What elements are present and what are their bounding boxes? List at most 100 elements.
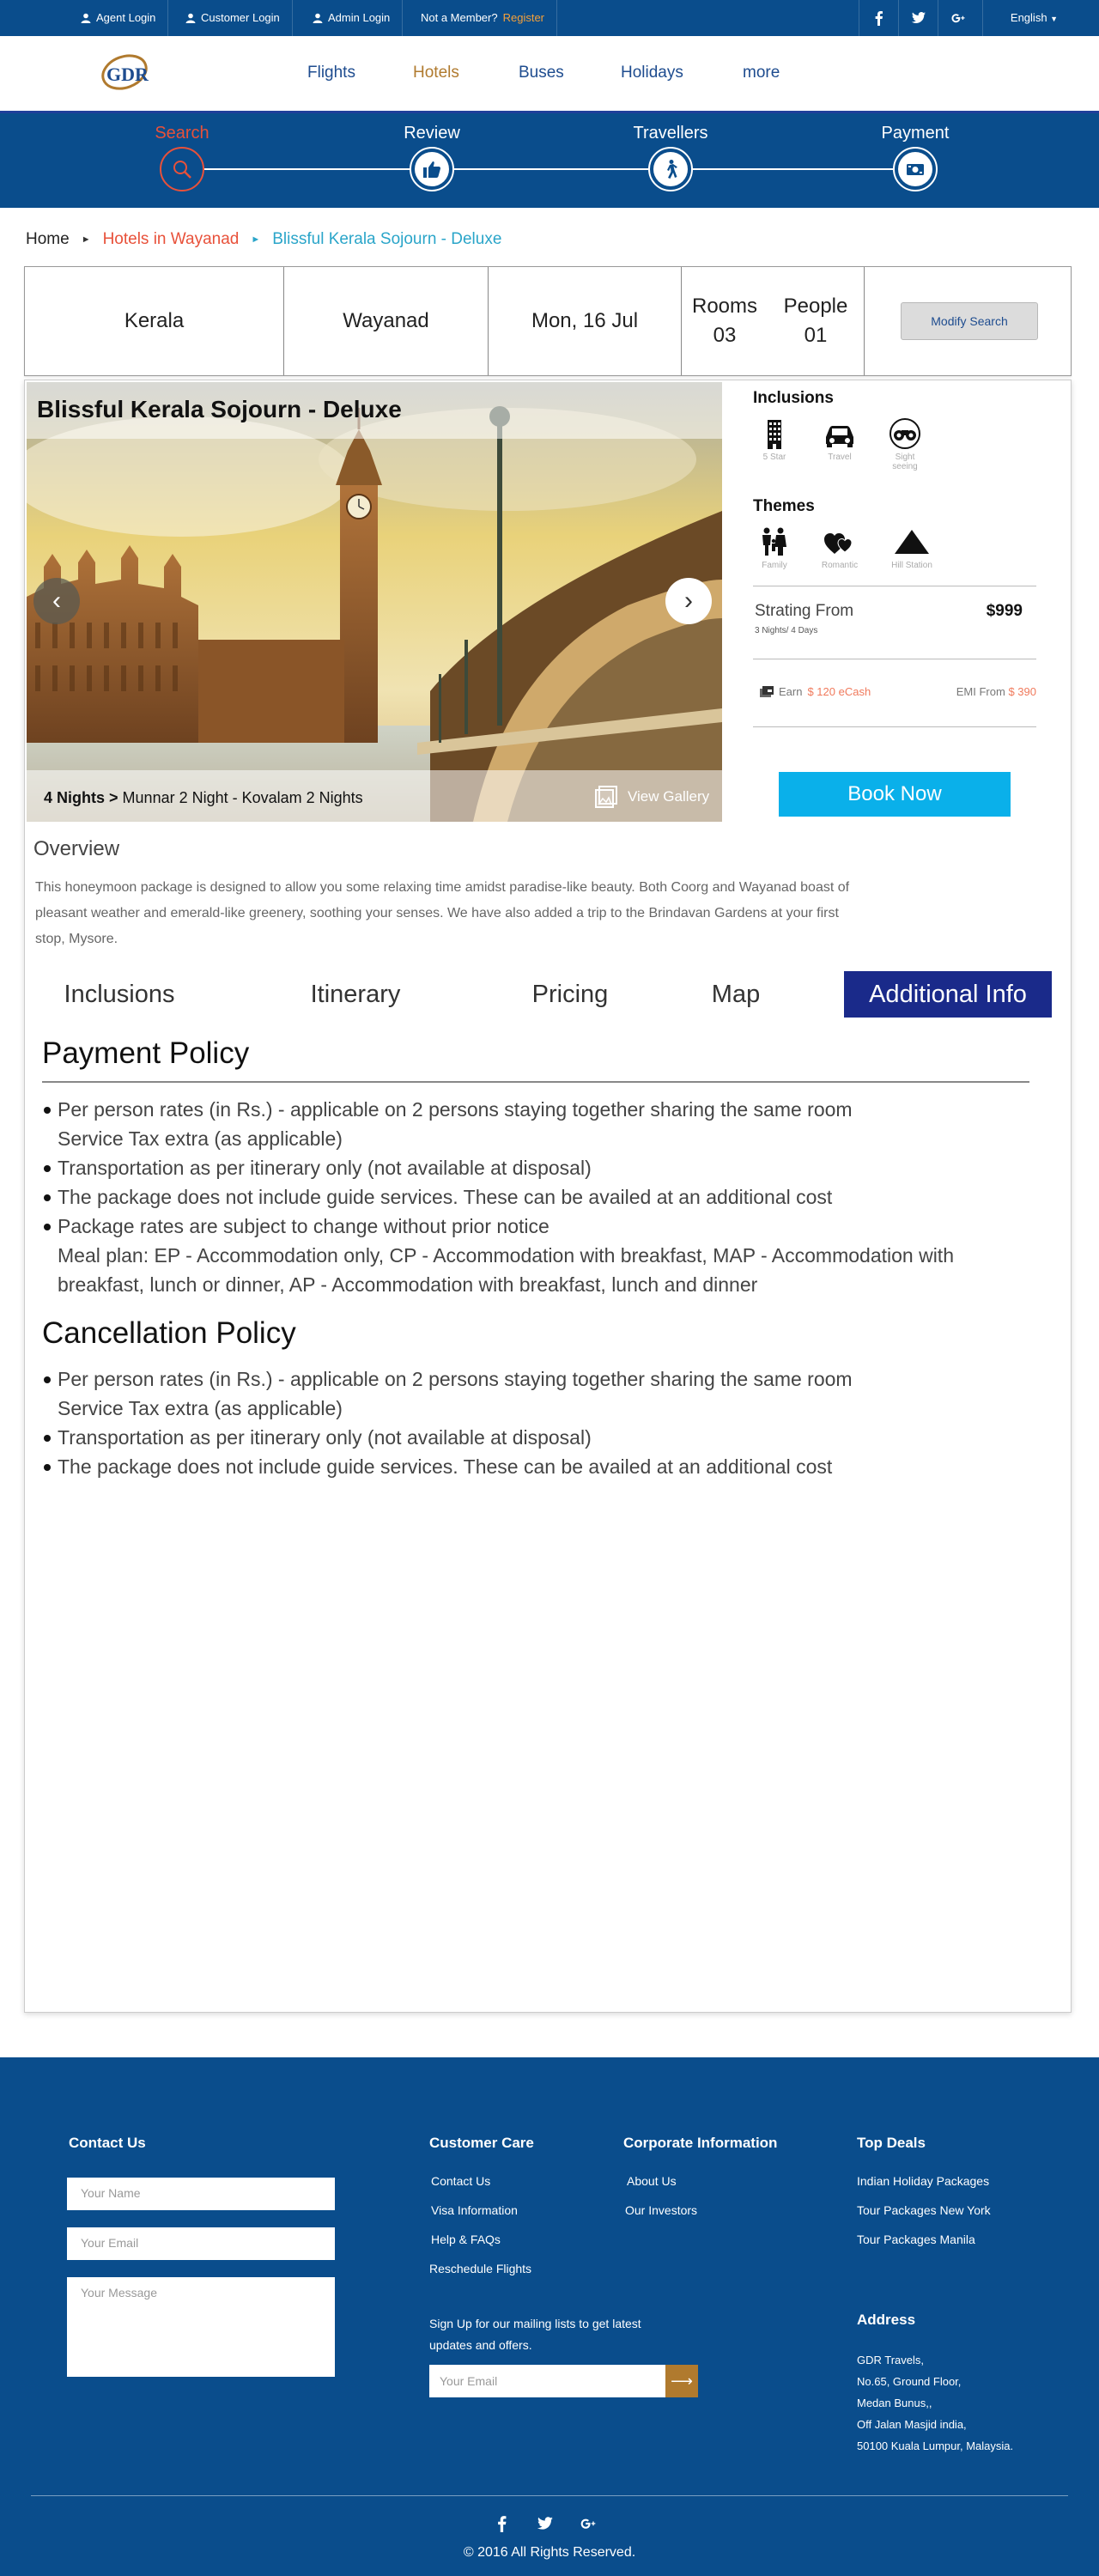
footer-link-new-york[interactable]: Tour Packages New York: [857, 2203, 991, 2217]
theme-hill-station: Hill Station: [883, 526, 940, 570]
footer-newsletter-input[interactable]: Your Email: [429, 2365, 665, 2397]
step-payment-label: Payment: [881, 124, 950, 143]
footer-corporate-heading: Corporate Information: [623, 2135, 778, 2151]
tab-itinerary[interactable]: Itinerary: [291, 971, 420, 1018]
tab-pricing[interactable]: Pricing: [506, 971, 635, 1018]
gdr-logo[interactable]: GDR: [94, 48, 155, 100]
summary-date-value: Mon, 16 Jul: [531, 309, 639, 332]
thumbs-up-icon: [423, 161, 441, 178]
footer-divider: [31, 2495, 1068, 2496]
themes-icons: Family Romantic Hill Station: [753, 526, 1036, 570]
earn-emi-row: Earn $ 120 eCash EMI From $ 390: [753, 659, 1036, 726]
agent-login-label: Agent Login: [96, 11, 156, 24]
list-item: Per person rates (in Rs.) - applicable o…: [42, 1095, 1038, 1124]
search-icon: [173, 161, 191, 179]
booking-steps: Search Review Travellers Payment: [0, 113, 1099, 208]
user-icon: [185, 13, 196, 23]
inclusion-travel: Travel: [818, 418, 861, 471]
nav-holidays[interactable]: Holidays: [621, 64, 683, 82]
tab-additional-info[interactable]: Additional Info: [844, 971, 1052, 1018]
search-summary: Kerala Wayanad Mon, 16 Jul Rooms 03 Peopl…: [24, 266, 1072, 376]
user-icon: [313, 13, 323, 23]
facebook-icon[interactable]: [493, 2514, 512, 2533]
view-gallery-link[interactable]: View Gallery: [593, 784, 709, 810]
summary-state[interactable]: Kerala: [25, 267, 284, 375]
starting-price-label: Strating From: [755, 602, 854, 620]
address-line: 50100 Kuala Lumpur, Malaysia.: [857, 2439, 1014, 2452]
nav-buses[interactable]: Buses: [519, 64, 564, 82]
theme-hill-station-label: Hill Station: [891, 561, 932, 570]
footer-message-input[interactable]: Your Message: [67, 2277, 335, 2377]
caret-down-icon: ▼: [1050, 15, 1059, 23]
footer-link-help[interactable]: Help & FAQs: [431, 2233, 501, 2246]
step-review[interactable]: Review: [380, 124, 483, 191]
nav-hotels[interactable]: Hotels: [413, 64, 459, 82]
google-plus-icon[interactable]: [938, 0, 977, 36]
footer-link-manila[interactable]: Tour Packages Manila: [857, 2233, 975, 2246]
step-travellers[interactable]: Travellers: [619, 124, 722, 191]
footer-link-about[interactable]: About Us: [627, 2174, 677, 2188]
nights-count: 4 Nights >: [44, 789, 118, 806]
signup-text-line-2: updates and offers.: [429, 2338, 532, 2352]
agent-login-link[interactable]: Agent Login: [69, 0, 169, 36]
inclusion-5-star-label: 5 Star: [762, 453, 786, 462]
tab-inclusions[interactable]: Inclusions: [59, 971, 179, 1018]
summary-city[interactable]: Wayanad: [284, 267, 489, 375]
footer-link-indian-holidays[interactable]: Indian Holiday Packages: [857, 2174, 989, 2188]
footer-link-reschedule[interactable]: Reschedule Flights: [429, 2262, 531, 2275]
rooms-value: 03: [713, 324, 737, 347]
footer-customer-care-heading: Customer Care: [429, 2135, 534, 2151]
footer-link-visa[interactable]: Visa Information: [431, 2203, 518, 2217]
carousel-prev-icon[interactable]: ‹: [33, 578, 80, 624]
twitter-icon[interactable]: [536, 2514, 555, 2533]
book-now-button[interactable]: Book Now: [779, 772, 1011, 817]
inclusion-sightseeing: Sight seeing: [883, 418, 926, 471]
tab-map[interactable]: Map: [693, 971, 779, 1018]
emi-label: EMI From: [956, 685, 1005, 698]
newsletter-submit-icon[interactable]: ⟶: [665, 2365, 698, 2397]
step-payment[interactable]: Payment: [864, 124, 967, 191]
facebook-icon[interactable]: [859, 0, 898, 36]
payment-policy-heading: Payment Policy: [42, 1036, 250, 1070]
summary-rooms[interactable]: Rooms 03: [682, 267, 768, 375]
binoculars-icon: [890, 418, 920, 449]
inclusions-icons: 5 Star Travel Sight seeing: [753, 418, 1036, 471]
nav-flights[interactable]: Flights: [307, 64, 355, 82]
nav-more[interactable]: more: [743, 64, 780, 82]
starting-price: Strating From 3 Nights/ 4 Days $999: [753, 586, 1036, 659]
footer-name-input[interactable]: Your Name: [67, 2178, 335, 2210]
list-item: Per person rates (in Rs.) - applicable o…: [42, 1364, 1038, 1394]
copyright-text: © 2016 All Rights Reserved.: [463, 2545, 636, 2560]
breadcrumb-arrow-icon: ►: [81, 234, 91, 245]
breadcrumb-arrow-icon: ►: [251, 234, 261, 245]
register-link[interactable]: Register: [503, 0, 544, 36]
footer-link-investors[interactable]: Our Investors: [625, 2203, 697, 2217]
logo-text: GDR: [106, 64, 149, 85]
step-search[interactable]: Search: [131, 124, 234, 191]
footer-link-contact[interactable]: Contact Us: [431, 2174, 490, 2188]
gallery-icon: [595, 786, 617, 808]
list-item: Transportation as per itinerary only (no…: [42, 1423, 1038, 1452]
carousel-next-icon[interactable]: ›: [665, 578, 712, 624]
language-selector[interactable]: English ▼: [982, 0, 1085, 36]
theme-family-label: Family: [762, 561, 787, 570]
admin-login-link[interactable]: Admin Login: [301, 0, 404, 36]
list-item: The package does not include guide servi…: [42, 1182, 1038, 1212]
summary-date[interactable]: Mon, 16 Jul: [489, 267, 682, 375]
cancellation-policy-heading: Cancellation Policy: [42, 1316, 296, 1350]
footer-social: [493, 2514, 598, 2533]
google-plus-icon[interactable]: [579, 2514, 598, 2533]
customer-login-link[interactable]: Customer Login: [173, 0, 293, 36]
breadcrumb-home[interactable]: Home: [26, 230, 70, 249]
breadcrumb-hotels[interactable]: Hotels in Wayanad: [103, 230, 240, 249]
twitter-icon[interactable]: [898, 0, 938, 36]
admin-login-label: Admin Login: [328, 11, 391, 24]
summary-people[interactable]: People 01: [768, 267, 865, 375]
footer-email-input[interactable]: Your Email: [67, 2227, 335, 2260]
breadcrumb-current: Blissful Kerala Sojourn - Deluxe: [272, 230, 502, 248]
steps-connector: [182, 168, 915, 170]
modify-search-button[interactable]: Modify Search: [901, 302, 1038, 340]
main-nav: GDR Flights Hotels Buses Holidays more: [0, 36, 1099, 113]
mountain-icon: [895, 530, 929, 554]
summary-state-value: Kerala: [124, 309, 185, 332]
